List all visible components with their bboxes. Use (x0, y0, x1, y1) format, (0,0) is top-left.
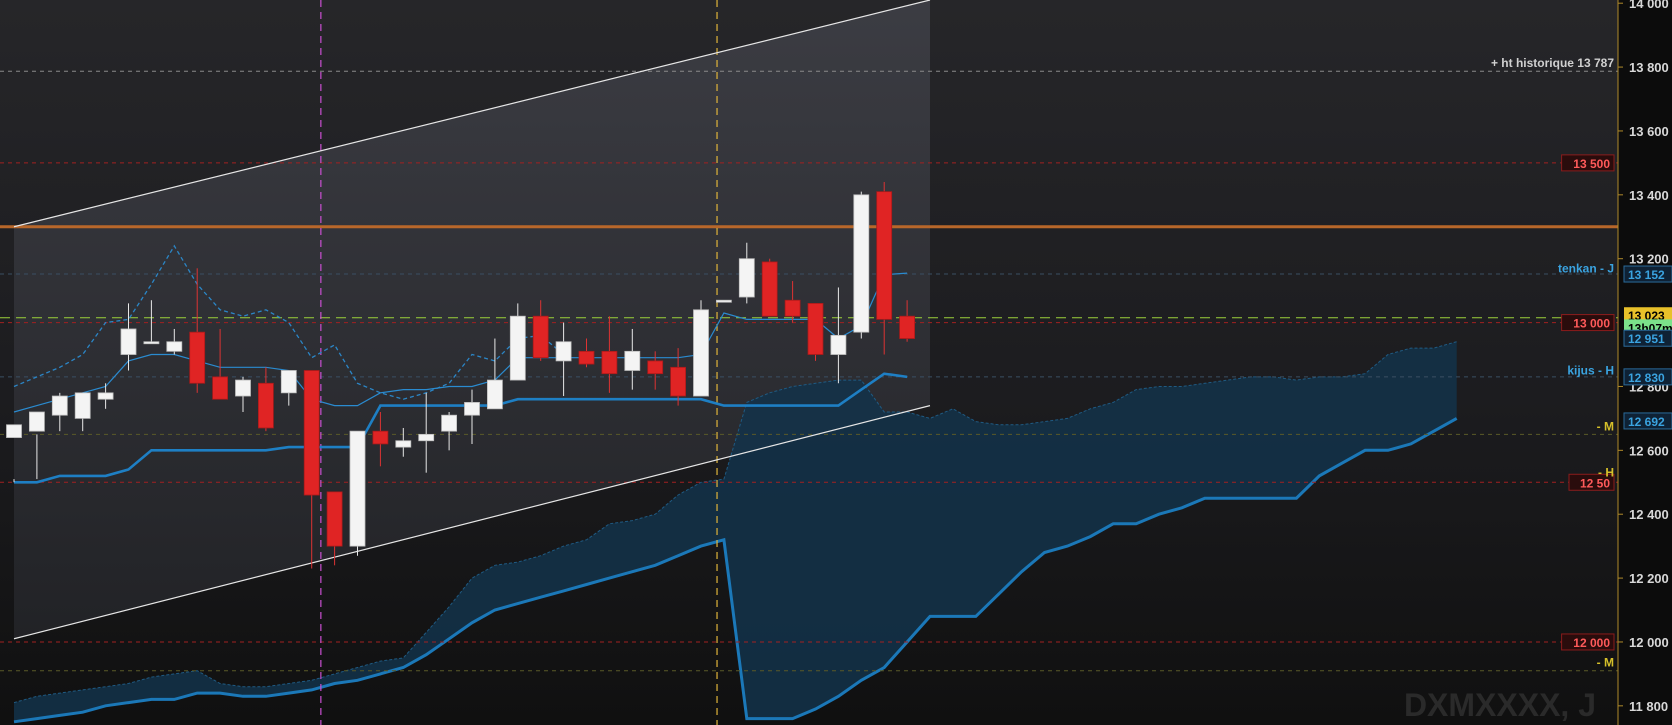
candle-body (578, 350, 595, 365)
candle-body (693, 309, 709, 397)
indicator-annotation: - H (1598, 466, 1614, 480)
candle-body (784, 299, 801, 317)
candle-body (486, 379, 503, 410)
price-tag: 12 830 (1623, 368, 1672, 386)
price-tag: 12 692 (1623, 412, 1672, 430)
y-tick-label: 12 600 (1629, 443, 1669, 458)
candle-body (235, 379, 251, 397)
candle-body (418, 433, 435, 442)
level-label: 13 500 (1573, 157, 1610, 171)
candle-body (647, 360, 664, 375)
candle-body (716, 299, 732, 303)
price-tag: 12 951 (1623, 329, 1672, 347)
candle-body (212, 376, 229, 400)
chart-canvas: 14 00013 80013 60013 40013 20012 80012 6… (0, 0, 1672, 725)
candle-body (601, 350, 618, 375)
price-axis: 14 00013 80013 60013 40013 20012 80012 6… (1617, 0, 1672, 725)
candle-body (166, 341, 183, 352)
y-tick-label: 13 600 (1629, 124, 1669, 139)
symbol-watermark: DXMXXXX, J (1404, 687, 1596, 723)
candle (853, 191, 870, 339)
candle-body (555, 341, 572, 362)
candle-body (853, 194, 870, 333)
candle-body (189, 331, 206, 384)
price-tag-label: 13 152 (1628, 268, 1665, 282)
y-tick-label: 13 200 (1629, 252, 1669, 267)
candle-body (830, 334, 847, 355)
candle-body (738, 258, 755, 298)
candle (693, 300, 709, 397)
candle-body (441, 414, 458, 432)
candle-body (6, 424, 22, 438)
y-tick-label: 13 800 (1629, 60, 1669, 75)
candle-body (761, 261, 778, 317)
candle-body (51, 395, 68, 416)
candle-body (303, 370, 320, 496)
candle-body (372, 430, 389, 445)
y-tick-label: 12 400 (1629, 507, 1669, 522)
level-label: - M (1597, 419, 1614, 433)
candle-body (97, 392, 114, 400)
price-tag-label: 12 951 (1628, 332, 1665, 346)
axis-background (1618, 0, 1672, 725)
candle-body (257, 382, 274, 429)
y-tick-label: 12 200 (1629, 571, 1669, 586)
level-label: 12 000 (1573, 636, 1610, 650)
level-label: + ht historique 13 787 (1491, 56, 1614, 70)
candle-body (349, 430, 366, 547)
ichimoku-chart: 14 000 13 800 13 600 13 400 13 200 12 800 12 6… (0, 0, 1672, 725)
candle (761, 258, 778, 317)
y-tick-label: 11 800 (1629, 699, 1668, 714)
candle-body (509, 315, 526, 381)
indicator-annotation: kijus - H (1567, 363, 1614, 377)
candle-body (807, 303, 824, 355)
candle-body (624, 350, 641, 371)
price-tag-label: 12 830 (1628, 371, 1665, 385)
level-label: 13 000 (1573, 317, 1610, 331)
candle-body (74, 392, 91, 419)
candle-body (395, 440, 412, 448)
candle-body (326, 491, 343, 547)
indicator-annotation: tenkan - J (1558, 261, 1614, 275)
price-tag: 13 152 (1623, 265, 1672, 283)
candle-body (532, 315, 549, 359)
candle-body (120, 328, 137, 355)
candle-body (876, 191, 893, 320)
level-label: - M (1597, 656, 1614, 670)
candle-body (464, 402, 480, 416)
y-tick-label: 12 000 (1629, 635, 1669, 650)
candle-body (899, 315, 915, 339)
price-tag-label: 12 692 (1628, 415, 1665, 429)
candle-body (28, 411, 45, 432)
candle (807, 303, 824, 361)
candle (716, 299, 732, 303)
candle (349, 430, 366, 556)
candle-body (670, 366, 686, 397)
y-tick-label: 13 400 (1629, 188, 1669, 203)
candle-body (280, 370, 297, 394)
y-tick-label: 14 000 (1629, 0, 1669, 11)
candle-body (143, 341, 160, 345)
